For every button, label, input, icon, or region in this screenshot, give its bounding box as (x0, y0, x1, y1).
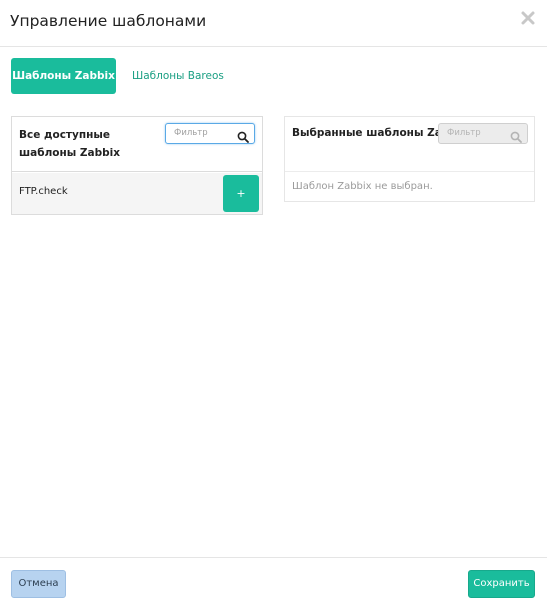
list-item: FTP.check + (12, 173, 262, 214)
modal-header: Управление шаблонами (0, 0, 547, 47)
close-icon[interactable] (520, 10, 536, 26)
selected-filter-input[interactable]: Фильтр (438, 123, 528, 144)
available-templates-header: Все доступные шаблоны Zabbix Фильтр (12, 117, 262, 172)
search-icon (510, 128, 522, 147)
available-templates-title: Все доступные шаблоны Zabbix (19, 129, 120, 159)
tab-zabbix-templates[interactable]: Шаблоны Zabbix (11, 58, 116, 94)
add-template-button[interactable]: + (223, 175, 259, 212)
tab-bareos-templates[interactable]: Шаблоны Bareos (132, 58, 224, 94)
save-button[interactable]: Сохранить (468, 570, 535, 598)
modal-footer: Отмена Сохранить (0, 557, 547, 608)
available-filter-placeholder: Фильтр (174, 128, 208, 138)
selected-filter-placeholder: Фильтр (447, 128, 481, 138)
template-name: FTP.check (19, 186, 68, 197)
available-filter-input[interactable]: Фильтр (165, 123, 255, 144)
search-icon (237, 128, 249, 147)
empty-selection-message: Шаблон Zabbix не выбран. (292, 181, 433, 192)
modal-title: Управление шаблонами (10, 12, 207, 30)
selected-templates-header: Выбранные шаблоны Zabbix Фильтр (285, 117, 534, 172)
cancel-button[interactable]: Отмена (11, 570, 66, 598)
available-templates-panel: Все доступные шаблоны Zabbix Фильтр FTP.… (11, 116, 263, 215)
selected-templates-panel: Выбранные шаблоны Zabbix Фильтр Шаблон Z… (284, 116, 535, 202)
